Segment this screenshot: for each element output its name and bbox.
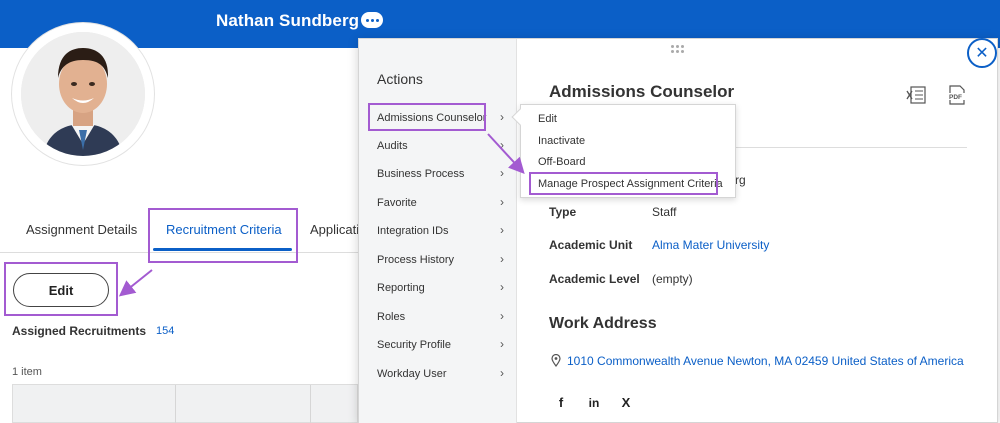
menu-item-process-history[interactable]: Process History › [359,250,517,272]
chevron-right-icon: › [500,195,504,209]
menu-item-audits[interactable]: Audits › [359,136,517,158]
linkedin-icon[interactable]: in [587,396,601,410]
avatar [21,32,145,156]
items-count: 1 item [12,366,42,378]
submenu-item-edit[interactable]: Edit [538,113,557,125]
chevron-right-icon: › [500,366,504,380]
work-address-link[interactable]: 1010 Commonwealth Avenue Newton, MA 0245… [567,354,964,368]
detail-title: Admissions Counselor [549,82,735,101]
assigned-recruitments-count[interactable]: 154 [156,325,174,337]
drag-handle-icon[interactable] [671,45,685,53]
assigned-recruitments-label: Assigned Recruitments [12,324,147,338]
submenu-item-off-board[interactable]: Off-Board [538,156,586,168]
menu-item-workday-user[interactable]: Workday User › [359,364,517,386]
highlight-manage-prospect [529,172,718,195]
field-value-type: Staff [652,205,677,219]
menu-item-business-process[interactable]: Business Process › [359,164,517,186]
actions-title: Actions [377,71,423,87]
field-value-academic-unit[interactable]: Alma Mater University [652,238,769,252]
location-pin-icon [551,354,561,367]
menu-item-roles[interactable]: Roles › [359,307,517,329]
chevron-right-icon: › [500,337,504,351]
arrow-to-edit-button [118,269,153,297]
facebook-icon[interactable]: f [554,396,568,410]
more-actions-button[interactable] [361,12,383,28]
menu-item-security-profile[interactable]: Security Profile › [359,335,517,357]
x-twitter-icon[interactable]: X [619,396,633,410]
more-icon [365,18,369,22]
avatar-photo [21,32,145,156]
chevron-right-icon: › [500,138,504,152]
close-button[interactable]: ✕ [967,38,997,68]
excel-export-icon[interactable] [906,86,926,104]
menu-item-reporting[interactable]: Reporting › [359,278,517,300]
chevron-right-icon: › [500,252,504,266]
chevron-right-icon: › [500,223,504,237]
field-label-academic-unit: Academic Unit [549,238,633,252]
submenu-item-inactivate[interactable]: Inactivate [538,135,585,147]
profile-name: Nathan Sundberg [216,11,360,30]
tab-assignment-details[interactable]: Assignment Details [26,222,137,237]
close-icon: ✕ [975,45,989,62]
pdf-export-icon[interactable]: PDF [948,85,966,105]
obscured-value: rg [735,173,746,187]
chevron-right-icon: › [500,309,504,323]
highlight-edit-button [4,262,118,316]
actions-menu: Actions Admissions Counselor › Audits › Bu… [359,39,517,423]
chevron-right-icon: › [500,110,504,124]
field-value-academic-level: (empty) [652,272,693,286]
highlight-admissions-counselor [368,103,486,131]
work-address-title: Work Address [549,315,657,332]
recruitments-grid [12,384,358,423]
menu-item-integration-ids[interactable]: Integration IDs › [359,221,517,243]
field-label-type: Type [549,205,577,219]
chevron-right-icon: › [500,166,504,180]
field-label-academic-level: Academic Level [549,272,640,286]
menu-item-favorite[interactable]: Favorite › [359,193,517,215]
svg-text:PDF: PDF [949,94,962,101]
highlight-recruitment-tab [148,208,298,263]
chevron-right-icon: › [500,280,504,294]
